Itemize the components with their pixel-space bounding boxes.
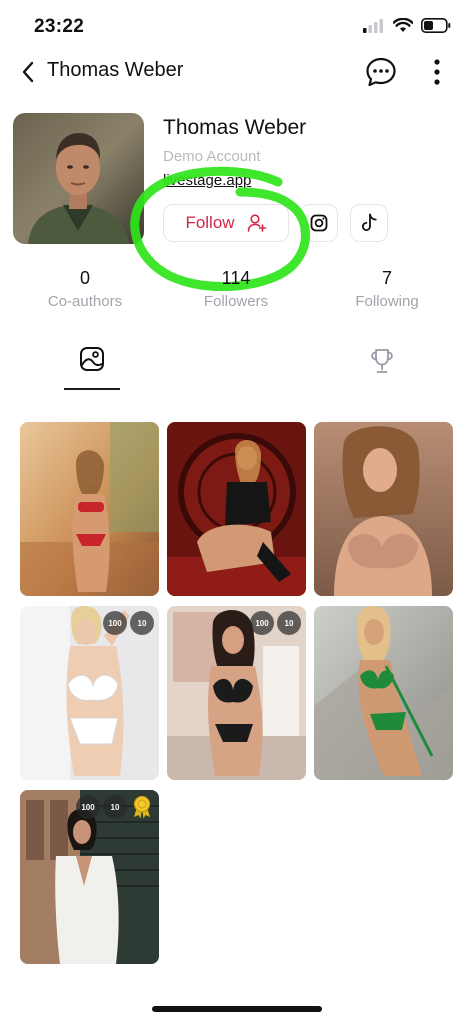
stat-value: 7 [381,268,392,288]
nav-title: Thomas Weber [47,59,184,81]
tab-awards[interactable] [354,346,410,386]
score-badge: 10 [130,611,154,635]
post-badges: 100 10 [103,611,154,635]
score-badge: 100 [76,795,100,819]
tiktok-button[interactable] [350,204,388,242]
avatar [13,113,144,244]
chevron-left-icon [22,61,34,83]
post-photo [167,422,306,596]
post-photo [314,422,453,596]
stat-label: Co-authors [47,293,123,310]
tiktok-icon [361,213,377,231]
post-thumbnail[interactable] [167,422,306,596]
post-thumbnail[interactable]: 100 10 [167,606,306,780]
status-time: 23:22 [34,16,85,37]
stat-value: 114 [221,268,251,288]
battery-icon [421,18,451,33]
instagram-icon [310,214,328,232]
award-ribbon-icon [130,795,154,819]
score-badge: 10 [277,611,301,635]
more-vertical-icon [434,59,440,85]
signal-icon [363,18,383,33]
wifi-icon [393,18,413,32]
post-badges: 100 10 [250,611,301,635]
stat-coauthors[interactable]: 0 Co-authors [20,268,150,310]
post-thumbnail[interactable] [314,606,453,780]
post-thumbnail[interactable] [20,422,159,596]
status-icons [363,18,451,33]
more-options-button[interactable] [424,55,450,89]
stat-followers[interactable]: 114 Followers [171,268,301,310]
post-thumbnail[interactable]: 100 10 [20,790,159,964]
score-badge: 100 [103,611,127,635]
tab-photos[interactable] [64,346,120,392]
stat-label: Followers [203,293,269,310]
post-thumbnail[interactable] [314,422,453,596]
post-photo [20,422,159,596]
back-button[interactable] [14,58,42,86]
home-indicator [152,1006,322,1012]
image-icon [80,347,104,371]
active-tab-indicator [64,388,120,390]
status-bar: 23:22 [0,0,473,56]
post-badges: 100 10 [76,795,154,819]
trophy-icon [371,349,393,373]
stat-label: Following [355,293,419,310]
stat-value: 0 [79,268,90,288]
chat-bubble-icon [366,57,396,87]
chat-button[interactable] [364,55,398,89]
nav-bar: Thomas Weber [0,52,473,92]
profile-name: Thomas Weber [163,116,307,139]
score-badge: 10 [103,795,127,819]
stat-following[interactable]: 7 Following [322,268,452,310]
post-thumbnail[interactable]: 100 10 [20,606,159,780]
post-photo [314,606,453,780]
score-badge: 100 [250,611,274,635]
